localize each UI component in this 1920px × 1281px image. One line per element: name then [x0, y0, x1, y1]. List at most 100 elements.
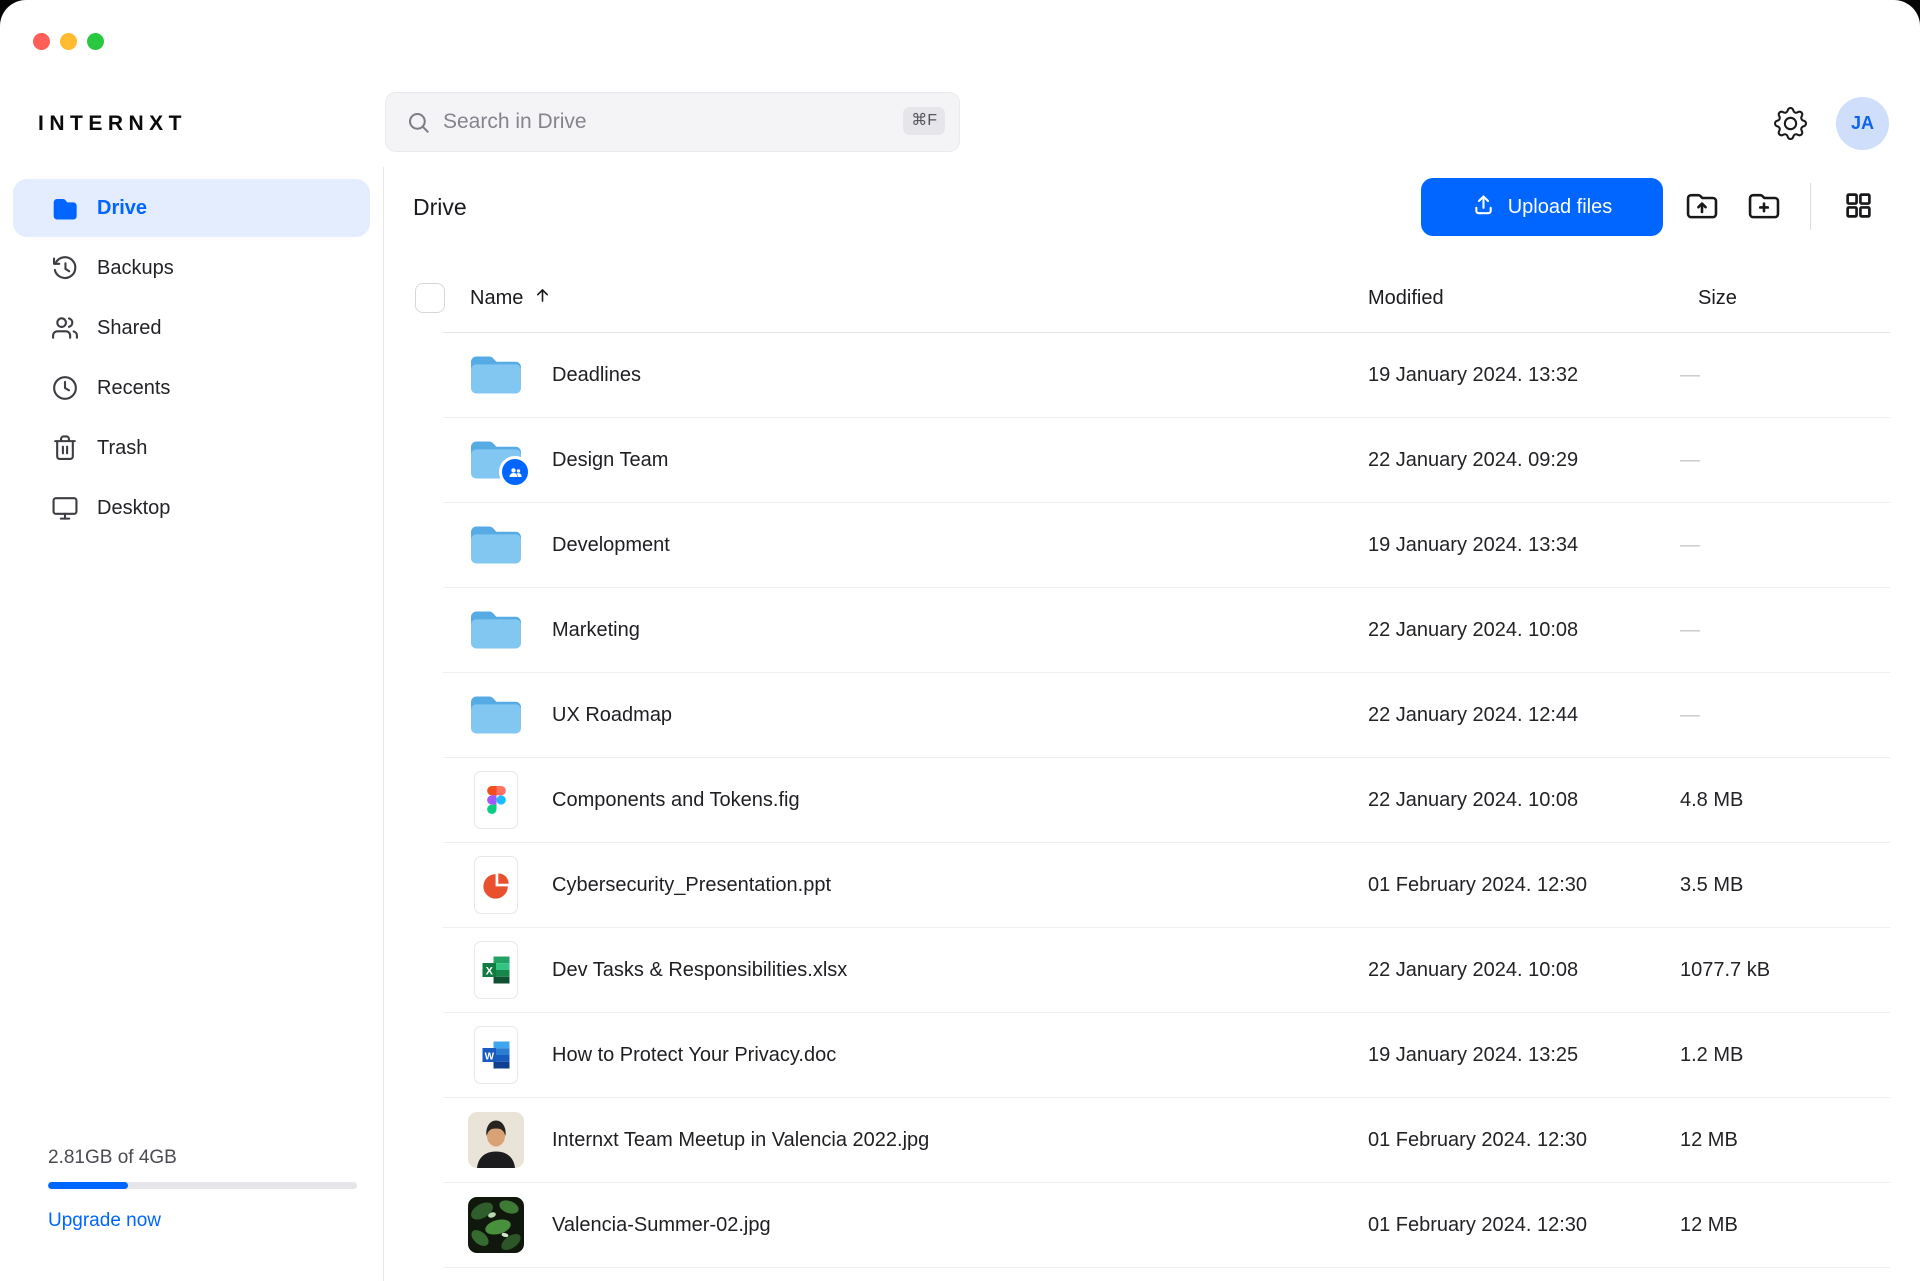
desktop-icon — [51, 494, 79, 522]
sidebar-item-label: Trash — [97, 437, 147, 460]
photo-thumbnail — [468, 1112, 524, 1168]
file-name: Valencia-Summer-02.jpg — [552, 1183, 771, 1267]
excel-file-icon: X — [474, 941, 518, 999]
column-name-label: Name — [470, 287, 523, 310]
column-header-size[interactable]: Size — [1698, 265, 1737, 332]
folder-icon — [468, 607, 524, 653]
file-size: — — [1680, 333, 1700, 417]
file-name: Deadlines — [552, 333, 641, 417]
folder-icon — [468, 522, 524, 568]
search-icon — [406, 110, 432, 141]
table-row[interactable]: UX Roadmap22 January 2024. 12:44— — [443, 673, 1890, 758]
file-size: 12 MB — [1680, 1183, 1738, 1267]
svg-text:X: X — [486, 966, 494, 978]
page-title: Drive — [413, 194, 467, 221]
upload-icon — [1472, 193, 1495, 222]
sidebar: DriveBackups Shared Recents Trash Desktop 2.… — [0, 167, 384, 1281]
search-input[interactable] — [386, 110, 959, 134]
app-window: INTERNXT ⌘F JA DriveBackupsSharedRecents… — [0, 0, 1920, 1281]
sort-ascending-icon — [533, 286, 552, 311]
file-name: Dev Tasks & Responsibilities.xlsx — [552, 928, 847, 1012]
settings-button[interactable] — [1771, 106, 1809, 144]
sidebar-item-desktop[interactable]: Desktop — [13, 479, 370, 537]
upload-folder-button[interactable] — [1680, 185, 1724, 229]
file-modified: 22 January 2024. 12:44 — [1368, 673, 1578, 757]
file-name: Components and Tokens.fig — [552, 758, 800, 842]
file-size: 1077.7 kB — [1680, 928, 1770, 1012]
storage-progress-bar — [48, 1182, 357, 1189]
table-row[interactable]: X Dev Tasks & Responsibilities.xlsx 22 Jan… — [443, 928, 1890, 1013]
table-row[interactable]: Components and Tokens.fig 22 January 2024… — [443, 758, 1890, 843]
table-row[interactable]: Design Team22 January 2024. 09:29— — [443, 418, 1890, 503]
file-name: How to Protect Your Privacy.doc — [552, 1013, 836, 1097]
file-modified: 22 January 2024. 10:08 — [1368, 588, 1578, 672]
file-name: Cybersecurity_Presentation.ppt — [552, 843, 831, 927]
sidebar-item-recents[interactable]: Recents — [13, 359, 370, 417]
table-row[interactable]: W How to Protect Your Privacy.doc 19 Janua… — [443, 1013, 1890, 1098]
file-size: 12 MB — [1680, 1098, 1738, 1182]
sidebar-item-label: Desktop — [97, 497, 170, 520]
file-size: 3.5 MB — [1680, 843, 1743, 927]
backups-icon — [51, 254, 79, 282]
photo-thumbnail — [468, 1197, 524, 1253]
toolbar-divider — [1810, 183, 1811, 230]
table-row[interactable]: Development19 January 2024. 13:34— — [443, 503, 1890, 588]
upgrade-now-link[interactable]: Upgrade now — [48, 1210, 161, 1232]
storage-panel: 2.81GB of 4GB Upgrade now — [48, 1147, 357, 1232]
column-header-modified[interactable]: Modified — [1368, 265, 1444, 332]
sidebar-item-drive[interactable]: Drive — [13, 179, 370, 237]
search-shortcut-badge: ⌘F — [903, 107, 945, 135]
file-size: — — [1680, 503, 1700, 587]
folder-icon — [468, 692, 524, 738]
file-modified: 19 January 2024. 13:32 — [1368, 333, 1578, 417]
column-header-name[interactable]: Name — [470, 265, 552, 332]
file-modified: 22 January 2024. 10:08 — [1368, 928, 1578, 1012]
search-bar[interactable]: ⌘F — [385, 92, 960, 152]
account-avatar[interactable]: JA — [1836, 97, 1889, 150]
word-file-icon: W — [474, 1026, 518, 1084]
table-row[interactable]: Internxt Team Meetup in Valencia 2022.jp… — [443, 1098, 1890, 1183]
table-row[interactable]: Valencia-Summer-02.jpg01 February 2024. … — [443, 1183, 1890, 1268]
sidebar-item-shared[interactable]: Shared — [13, 299, 370, 357]
folder-upload-icon — [1685, 190, 1719, 224]
recents-icon — [51, 374, 79, 402]
folder-icon — [468, 437, 524, 483]
storage-usage-label: 2.81GB of 4GB — [48, 1147, 357, 1169]
table-row[interactable]: Marketing22 January 2024. 10:08— — [443, 588, 1890, 673]
file-modified: 22 January 2024. 09:29 — [1368, 418, 1578, 502]
table-row[interactable]: Deadlines 19 January 2024. 13:32 — — [443, 333, 1890, 418]
file-modified: 19 January 2024. 13:25 — [1368, 1013, 1578, 1097]
shared-icon — [51, 314, 79, 342]
upload-files-button[interactable]: Upload files — [1421, 178, 1663, 236]
next-row-peek — [443, 1268, 1890, 1281]
table-body: Deadlines19 January 2024. 13:32—Design T… — [443, 333, 1890, 1268]
file-modified: 01 February 2024. 12:30 — [1368, 1098, 1587, 1182]
file-modified: 22 January 2024. 10:08 — [1368, 758, 1578, 842]
minimize-window-button[interactable] — [60, 33, 77, 50]
sidebar-item-label: Recents — [97, 377, 170, 400]
folder-icon — [468, 352, 524, 398]
file-modified: 01 February 2024. 12:30 — [1368, 843, 1587, 927]
close-window-button[interactable] — [33, 33, 50, 50]
drive-icon — [51, 194, 79, 222]
shared-badge-icon — [499, 456, 531, 488]
zoom-window-button[interactable] — [87, 33, 104, 50]
table-header: Name Modified Size — [443, 265, 1890, 333]
folder-plus-icon — [1747, 190, 1781, 224]
avatar-initials: JA — [1851, 113, 1874, 134]
file-name: Internxt Team Meetup in Valencia 2022.jp… — [552, 1098, 929, 1182]
new-folder-button[interactable] — [1742, 185, 1786, 229]
main-panel: Drive Upload files — [384, 167, 1920, 1281]
file-table: Name Modified Size Deadlines 19 January 2… — [443, 265, 1890, 1281]
upload-files-label: Upload files — [1508, 196, 1613, 219]
file-size: — — [1680, 673, 1700, 757]
file-size: — — [1680, 588, 1700, 672]
grid-view-button[interactable] — [1836, 185, 1880, 229]
sidebar-item-label: Shared — [97, 317, 162, 340]
sidebar-item-trash[interactable]: Trash — [13, 419, 370, 477]
file-size: 1.2 MB — [1680, 1013, 1743, 1097]
select-all-checkbox[interactable] — [415, 283, 445, 313]
grid-view-icon — [1844, 191, 1873, 223]
sidebar-item-backups[interactable]: Backups — [13, 239, 370, 297]
table-row[interactable]: Cybersecurity_Presentation.ppt 01 Februar… — [443, 843, 1890, 928]
